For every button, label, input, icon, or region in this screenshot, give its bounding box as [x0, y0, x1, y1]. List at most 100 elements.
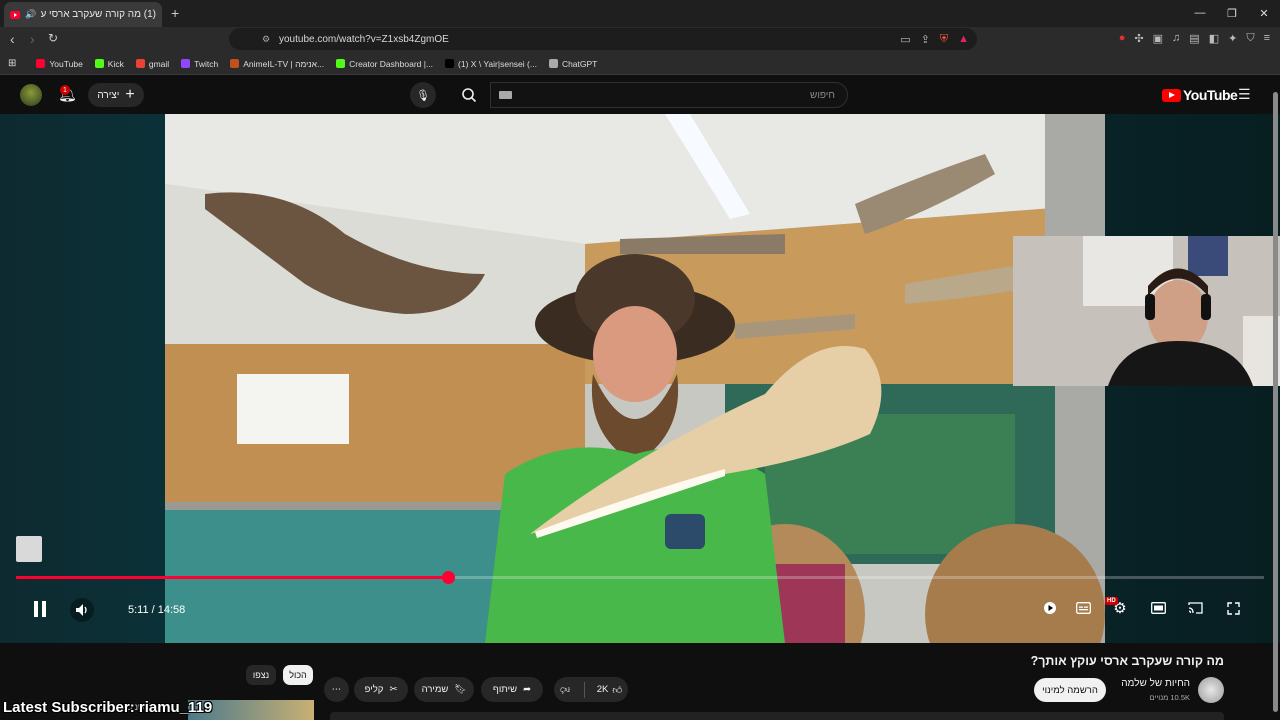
subscribe-button[interactable]: הרשמה למינוי — [1034, 678, 1106, 702]
channel-name[interactable]: החיות של שלמה — [1121, 678, 1190, 689]
progress-played — [16, 576, 449, 579]
save-label: שמירה — [421, 684, 449, 695]
bookmark-label: gmail — [148, 58, 170, 69]
browser-tab[interactable]: 🔊 (1) מה קורה שעקרב ארסי עוקץ — [4, 2, 162, 27]
bookmark-item[interactable]: Kick — [94, 58, 124, 69]
bookmarks-bar: ⊞ YouTube Kick gmail Twitch AnimeIL-TV | אני… — [0, 53, 1280, 75]
channel-avatar[interactable] — [1198, 677, 1224, 703]
subscriber-count: 10.5K מנויים — [1149, 693, 1190, 702]
keyboard-icon[interactable] — [499, 91, 512, 99]
brave-rewards-icon[interactable]: ▲ — [958, 33, 969, 46]
chip-watched[interactable]: נצפו — [246, 665, 276, 685]
voice-search-mic-icon[interactable]: 🎙︎ — [410, 82, 436, 108]
create-button[interactable]: יצירה + — [88, 83, 144, 107]
video-frame[interactable] — [165, 114, 1105, 643]
back-icon[interactable]: ‹ — [10, 31, 15, 47]
channel-watermark[interactable] — [16, 536, 42, 562]
extensions-bar: ● ✣ ▣ ♫ ▤ ◧ ✦ ⛉ ≡ — [1119, 32, 1270, 45]
bookmark-item[interactable]: Twitch — [181, 59, 218, 69]
description-box[interactable] — [330, 712, 1224, 720]
extensions-icon[interactable]: ✣ — [1134, 32, 1143, 45]
clip-label: קליפ — [364, 684, 384, 695]
share-icon: ➦ — [523, 684, 532, 695]
cast-icon — [1187, 602, 1203, 614]
menu-icon[interactable]: ≡ — [1264, 32, 1270, 45]
leo-ai-icon[interactable]: ✦ — [1228, 32, 1237, 45]
share-page-icon[interactable]: ⇪ — [921, 33, 930, 46]
autoplay-toggle[interactable] — [1040, 598, 1060, 618]
youtube-logo-icon — [1162, 88, 1181, 102]
pause-button[interactable] — [29, 598, 51, 620]
search-placeholder: חיפוש — [810, 89, 835, 101]
address-toolbar: ‹ › ↻ ☐ ⚙ youtube.com/watch?v=Z1xsb4ZgmO… — [0, 27, 1280, 53]
create-label: יצירה — [97, 89, 120, 101]
volume-button[interactable] — [70, 598, 94, 622]
speaker-icon[interactable]: 🔊 — [25, 9, 36, 20]
video-player[interactable]: 5:11 / 14:58 ⚙ HD — [0, 114, 1280, 643]
notification-badge: 1 — [60, 85, 70, 95]
webcam-image — [1013, 236, 1280, 386]
bookmark-item[interactable]: (1) X \ Yair|sensei (... — [445, 59, 537, 69]
subtitles-icon — [1075, 602, 1091, 614]
bookmark-item[interactable]: gmail — [135, 58, 170, 69]
hd-badge: HD — [1105, 597, 1118, 605]
chip-all[interactable]: הכול — [283, 665, 313, 685]
bookmark-favicon-icon — [135, 59, 145, 68]
youtube-favicon-icon — [10, 10, 20, 19]
new-tab-button[interactable]: + — [171, 5, 179, 21]
volume-icon — [75, 604, 87, 616]
youtube-logo-text: YouTube — [1183, 87, 1238, 103]
screenshot-icon[interactable]: ▣ — [1153, 32, 1163, 45]
save-button[interactable]: שמירה 🔖︎ — [414, 677, 474, 702]
bookmark-item[interactable]: ChatGPT — [548, 58, 598, 69]
reload-icon[interactable]: ↻ — [48, 31, 58, 45]
like-divider — [583, 681, 585, 698]
search-icon[interactable] — [448, 82, 490, 108]
url-text: youtube.com/watch?v=Z1xsb4ZgmOE — [279, 33, 449, 45]
minimize-button[interactable]: — — [1184, 0, 1216, 26]
sidebar-icon[interactable]: ▤ — [1189, 32, 1199, 45]
progress-bar[interactable] — [16, 571, 1264, 584]
guide-menu-icon[interactable]: ☰ — [1238, 86, 1251, 103]
music-icon[interactable]: ♫ — [1172, 32, 1180, 45]
bookmark-label: Kick — [107, 58, 124, 69]
fullscreen-button[interactable] — [1223, 598, 1243, 618]
close-window-button[interactable]: ✕ — [1248, 0, 1280, 26]
clip-button[interactable]: קליפ ✂ — [354, 677, 408, 702]
account-avatar[interactable] — [20, 84, 42, 106]
more-actions-button[interactable]: ⋯ — [324, 677, 349, 702]
address-bar[interactable]: ⚙ youtube.com/watch?v=Z1xsb4ZgmOE ▭ ⇪ ⛨ … — [229, 28, 977, 50]
bookmark-label: (1) X \ Yair|sensei (... — [458, 58, 537, 69]
bookmark-item[interactable]: Creator Dashboard |... — [336, 59, 433, 69]
dislike-button[interactable]: 👍︎ — [560, 684, 570, 696]
forward-icon[interactable]: › — [30, 31, 35, 47]
site-info-icon[interactable]: ⚙ — [262, 34, 270, 45]
bookmark-label: ChatGPT — [561, 58, 598, 69]
like-button[interactable]: 2K 👍︎ — [597, 684, 623, 696]
bookmark-item[interactable]: AnimeIL-TV | אנימה... — [230, 59, 324, 69]
youtube-masthead: 🔔︎ 1 יצירה + 🎙︎ חיפוש YouTube ☰ — [0, 76, 1280, 114]
brave-shield-icon[interactable]: ⛨ — [940, 33, 948, 46]
video-title: מה קורה שעקרב ארסי עוקץ אותך? — [1030, 654, 1224, 668]
bookmark-favicon-icon — [548, 59, 558, 68]
subtitles-button[interactable] — [1073, 598, 1093, 618]
wallet-icon[interactable]: ◧ — [1209, 32, 1219, 45]
bookmark-item[interactable]: YouTube — [36, 59, 83, 69]
miniplayer-button[interactable] — [1148, 598, 1168, 618]
page-scrollbar[interactable] — [1273, 92, 1278, 712]
search-input[interactable]: חיפוש — [490, 82, 848, 108]
video-scene-image — [165, 114, 1105, 643]
install-icon[interactable]: ▭ — [900, 33, 910, 46]
scissors-icon: ✂ — [389, 684, 398, 695]
share-button[interactable]: שיתוף ➦ — [481, 677, 543, 702]
omnibox-actions: ▭ ⇪ ⛨ ▲ — [900, 33, 969, 46]
youtube-logo[interactable]: YouTube — [1162, 87, 1238, 103]
apps-grid-icon[interactable]: ⊞ — [8, 58, 16, 69]
time-display: 5:11 / 14:58 — [128, 604, 186, 616]
like-dislike-group: 👍︎ 2K 👍︎ — [554, 677, 628, 702]
bookmark-favicon-icon — [181, 59, 191, 68]
adblock-icon[interactable]: ● — [1119, 32, 1126, 45]
vpn-icon[interactable]: ⛉ — [1246, 32, 1254, 45]
cast-button[interactable] — [1185, 598, 1205, 618]
maximize-button[interactable]: ❐ — [1216, 0, 1248, 26]
